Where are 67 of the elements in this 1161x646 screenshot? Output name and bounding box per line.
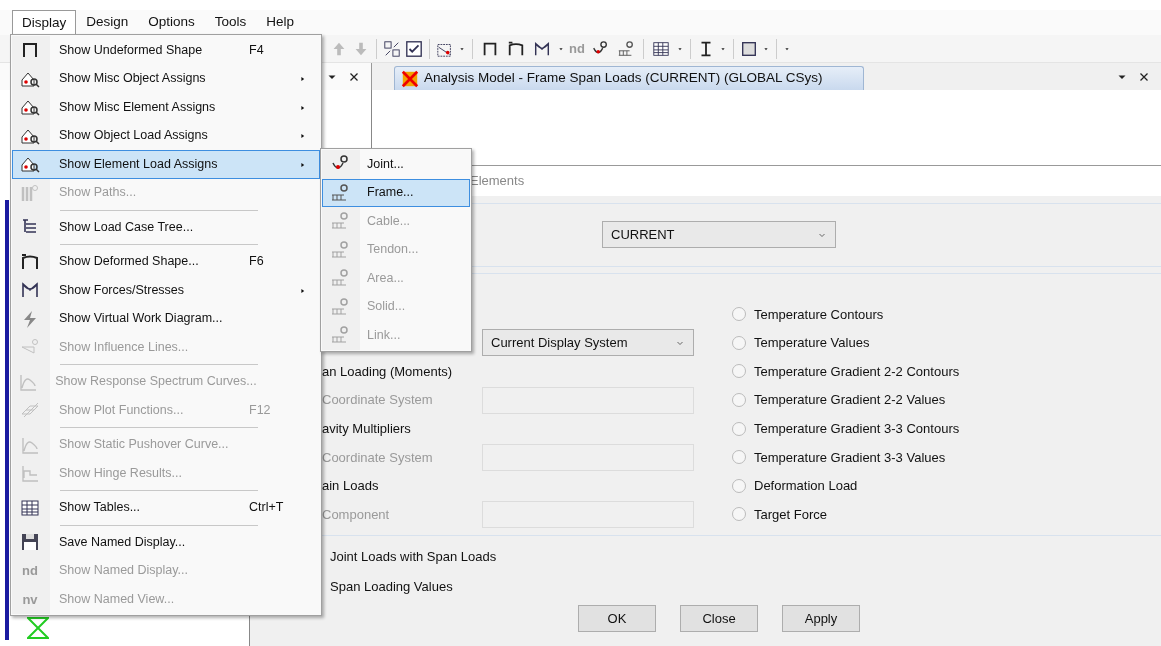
menu-item[interactable]: Show Load Case Tree... bbox=[12, 213, 320, 242]
load-magnifier-icon bbox=[330, 239, 350, 260]
load-magnifier-icon bbox=[330, 296, 350, 317]
menu-item[interactable]: Show Misc Object Assigns bbox=[12, 64, 320, 93]
icon-label: nv bbox=[22, 590, 38, 609]
menu-tab[interactable]: Display bbox=[12, 10, 77, 35]
table-icon bbox=[20, 497, 40, 518]
radio-button[interactable] bbox=[732, 364, 746, 379]
x-mark-icon bbox=[401, 69, 419, 88]
dropdown-field[interactable]: Current Display System bbox=[482, 329, 694, 357]
checkbox-label: Span Loading Values bbox=[330, 578, 453, 596]
checkbox-label: Joint Loads with Span Loads bbox=[330, 548, 497, 566]
support-icon bbox=[27, 617, 49, 639]
section-label: an Loading (Moments) bbox=[322, 363, 453, 379]
deformed-frame-icon[interactable] bbox=[507, 39, 525, 58]
load-magnifier-icon bbox=[330, 268, 350, 289]
radio-button[interactable] bbox=[732, 307, 746, 322]
menu-item[interactable]: Joint... bbox=[322, 150, 470, 179]
radio-button[interactable] bbox=[732, 478, 746, 493]
menu-tab[interactable]: Help bbox=[256, 10, 305, 35]
radio-button[interactable] bbox=[732, 421, 746, 436]
square-icon[interactable] bbox=[739, 39, 758, 58]
menu-item[interactable]: Show Misc Element Assigns bbox=[12, 93, 320, 122]
section-label: ain Loads bbox=[322, 478, 379, 494]
dialog-button[interactable]: OK bbox=[578, 604, 656, 632]
menu-item[interactable]: Show Element Load Assigns bbox=[12, 150, 320, 179]
bars-magnifier-icon bbox=[20, 182, 40, 203]
radio-label: Deformation Load bbox=[754, 477, 858, 496]
menu-item[interactable]: Show Object Load Assigns bbox=[12, 121, 320, 150]
menu-item[interactable]: Show Deformed Shape... F6 bbox=[12, 247, 320, 276]
step-curve-icon bbox=[20, 463, 40, 484]
dialog-button[interactable]: Apply bbox=[782, 604, 860, 632]
menu-item[interactable]: Frame... bbox=[322, 178, 470, 207]
menu-item[interactable]: Show Tables... Ctrl+T bbox=[12, 493, 320, 522]
table-icon[interactable] bbox=[651, 39, 670, 58]
icon-label: nd bbox=[22, 562, 38, 580]
shortcut-label: F4 bbox=[249, 42, 264, 57]
shortcut-label: Ctrl+T bbox=[249, 500, 284, 515]
shortcut-label: F12 bbox=[249, 402, 271, 417]
radio-label: Temperature Values bbox=[754, 334, 870, 353]
dropdown-field[interactable]: CURRENT bbox=[602, 221, 836, 248]
radio-label: Target Force bbox=[754, 505, 827, 524]
radio-label: Temperature Gradient 3-3 Values bbox=[754, 448, 946, 467]
document-tab[interactable]: Analysis Model - Frame Span Loads (CURRENT) (GLOBAL CSys) bbox=[394, 66, 864, 90]
dialog-button[interactable]: Close bbox=[680, 604, 758, 632]
radio-label: Temperature Contours bbox=[754, 305, 884, 324]
menu-item[interactable]: Save Named Display... bbox=[12, 528, 320, 557]
menu-tab[interactable]: Design bbox=[76, 10, 139, 35]
selection-icon[interactable] bbox=[383, 39, 401, 58]
menu-tab[interactable]: Tools bbox=[204, 10, 257, 35]
radio-label: Temperature Gradient 3-3 Contours bbox=[754, 419, 960, 438]
radio-button[interactable] bbox=[732, 335, 746, 350]
radio-label: Temperature Gradient 2-2 Contours bbox=[754, 362, 960, 381]
shortcut-label: F6 bbox=[249, 254, 264, 269]
menu-item[interactable]: Show Forces/Stresses bbox=[12, 276, 320, 305]
menu-item[interactable]: Show Undeformed Shape F4 bbox=[12, 36, 320, 65]
radio-label: Temperature Gradient 2-2 Values bbox=[754, 391, 946, 410]
section-label: avity Multipliers bbox=[322, 420, 411, 436]
load-magnifier-icon bbox=[330, 325, 350, 346]
load-magnifier-icon bbox=[330, 211, 350, 232]
checkbox-icon[interactable] bbox=[405, 39, 423, 58]
load-magnifier-icon[interactable] bbox=[616, 39, 635, 58]
deformed-frame-icon bbox=[20, 251, 40, 272]
load-magnifier-icon bbox=[330, 182, 350, 203]
moment-diagram-icon[interactable] bbox=[533, 39, 551, 58]
menu-item[interactable]: Show Virtual Work Diagram... bbox=[12, 304, 320, 333]
menu-tab[interactable]: Options bbox=[138, 10, 205, 35]
